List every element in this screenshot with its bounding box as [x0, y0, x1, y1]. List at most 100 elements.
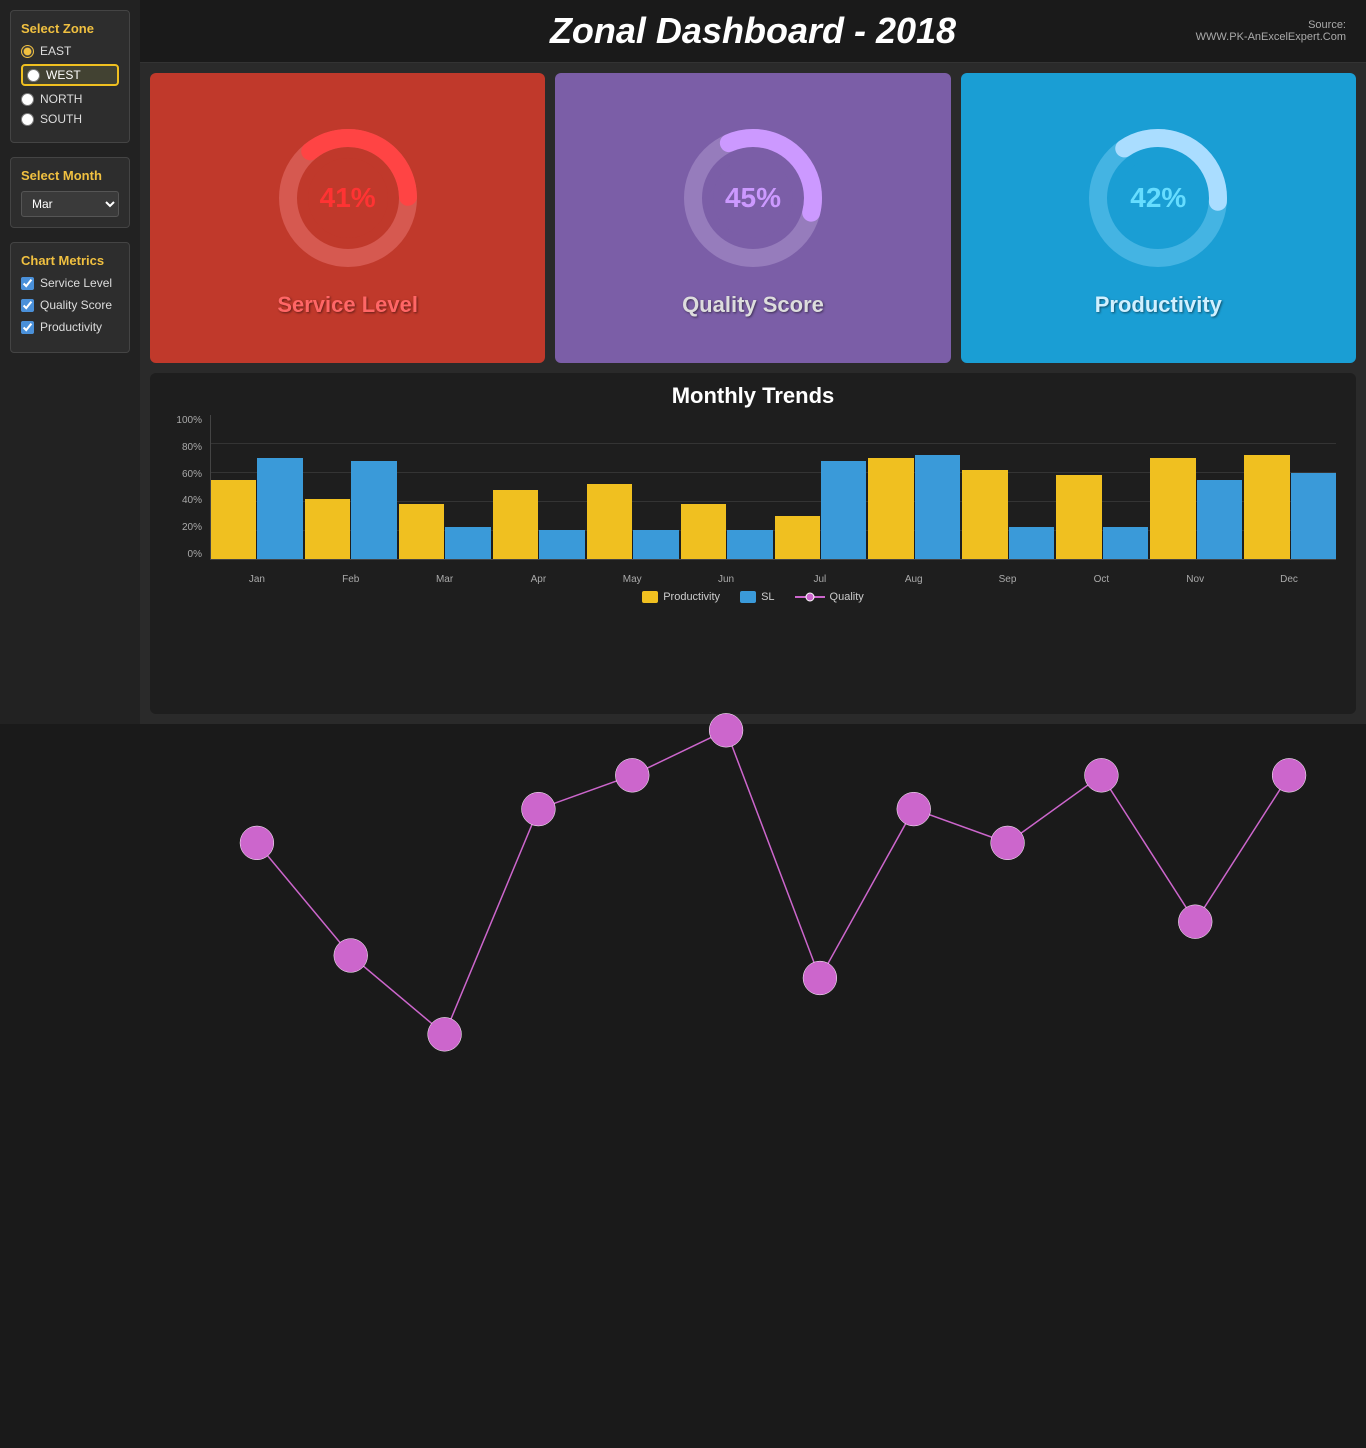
bar-productivity-jan [211, 480, 256, 559]
zone-east-label: EAST [40, 44, 71, 58]
y-label-20: 20% [182, 522, 202, 533]
productivity-title: Productivity [1095, 292, 1222, 318]
zone-section-title: Select Zone [21, 21, 119, 36]
month-section-title: Select Month [21, 168, 119, 183]
legend-productivity: Productivity [642, 591, 720, 603]
y-label-40: 40% [182, 495, 202, 506]
month-group-aug [868, 415, 960, 559]
bar-productivity-feb [305, 499, 350, 559]
bar-sl-jun [727, 530, 772, 559]
zone-south[interactable]: SOUTH [21, 112, 119, 126]
chart-section: Monthly Trends 100% 80% 60% 40% 20% 0% [150, 373, 1356, 714]
bar-sl-oct [1103, 527, 1148, 559]
x-label-oct: Oct [1054, 574, 1148, 585]
zone-south-label: SOUTH [40, 112, 82, 126]
kpi-service-level: 41% Service Level [150, 73, 545, 363]
kpi-quality-score: 45% Quality Score [555, 73, 950, 363]
quality-score-title: Quality Score [682, 292, 824, 318]
metric-quality-score-label: Quality Score [40, 298, 112, 312]
legend-productivity-label: Productivity [663, 591, 720, 603]
x-label-feb: Feb [304, 574, 398, 585]
quality-line-svg [210, 415, 1336, 1448]
chart-title: Monthly Trends [170, 383, 1336, 409]
bar-productivity-aug [868, 458, 913, 559]
sidebar: Select Zone EAST WEST NORTH SOUTH Select… [0, 0, 140, 724]
month-group-nov [1150, 415, 1242, 559]
x-label-nov: Nov [1148, 574, 1242, 585]
chart-metrics-section: Chart Metrics Service Level Quality Scor… [10, 242, 130, 353]
x-label-sep: Sep [961, 574, 1055, 585]
bar-productivity-nov [1150, 458, 1195, 559]
bar-productivity-dec [1244, 455, 1289, 559]
chart-y-labels: 100% 80% 60% 40% 20% 0% [170, 415, 206, 560]
legend-quality-label: Quality [830, 591, 864, 603]
chart-legend: Productivity SL Quality [170, 591, 1336, 603]
x-label-jun: Jun [679, 574, 773, 585]
bar-sl-nov [1197, 480, 1242, 559]
source-info: Source: WWW.PK-AnExcelExpert.Com [1196, 19, 1346, 43]
bar-sl-sep [1009, 527, 1054, 559]
bar-sl-may [633, 530, 678, 559]
metric-productivity-label: Productivity [40, 320, 102, 334]
page-title: Zonal Dashboard - 2018 [550, 10, 956, 52]
month-group-sep [962, 415, 1054, 559]
x-label-dec: Dec [1242, 574, 1336, 585]
service-level-donut: 41% [268, 118, 428, 278]
zone-north[interactable]: NORTH [21, 92, 119, 106]
header: Zonal Dashboard - 2018 Source: WWW.PK-An… [140, 0, 1366, 63]
main-content: Zonal Dashboard - 2018 Source: WWW.PK-An… [140, 0, 1366, 724]
quality-score-value: 45% [725, 182, 781, 214]
metric-service-level-label: Service Level [40, 276, 112, 290]
month-group-jan [211, 415, 303, 559]
legend-quality-line [795, 591, 825, 603]
month-group-feb [305, 415, 397, 559]
bar-productivity-mar [399, 504, 444, 559]
month-group-apr [493, 415, 585, 559]
metric-quality-score[interactable]: Quality Score [21, 298, 119, 312]
zone-east[interactable]: EAST [21, 44, 119, 58]
kpi-row: 41% Service Level 45% Quality Score [140, 63, 1366, 373]
zone-section: Select Zone EAST WEST NORTH SOUTH [10, 10, 130, 143]
bar-sl-dec [1291, 473, 1336, 559]
source-url: WWW.PK-AnExcelExpert.Com [1196, 31, 1346, 43]
x-label-aug: Aug [867, 574, 961, 585]
metric-productivity[interactable]: Productivity [21, 320, 119, 334]
legend-sl-box [740, 591, 756, 603]
legend-sl-label: SL [761, 591, 774, 603]
bar-productivity-apr [493, 490, 538, 559]
chart-area: 100% 80% 60% 40% 20% 0% [170, 415, 1336, 585]
source-label: Source: [1196, 19, 1346, 31]
legend-productivity-box [642, 591, 658, 603]
x-label-jan: Jan [210, 574, 304, 585]
month-group-dec [1244, 415, 1336, 559]
service-level-value: 41% [320, 182, 376, 214]
month-section: Select Month Jan Feb Mar Apr May Jun Jul… [10, 157, 130, 228]
y-label-0: 0% [188, 549, 202, 560]
bar-sl-jul [821, 461, 866, 559]
chart-plot [210, 415, 1336, 560]
x-label-jul: Jul [773, 574, 867, 585]
x-label-apr: Apr [491, 574, 585, 585]
y-label-60: 60% [182, 469, 202, 480]
month-select[interactable]: Jan Feb Mar Apr May Jun Jul Aug Sep Oct … [21, 191, 119, 217]
bar-sl-apr [539, 530, 584, 559]
bar-productivity-oct [1056, 475, 1101, 559]
quality-score-donut: 45% [673, 118, 833, 278]
x-labels: JanFebMarAprMayJunJulAugSepOctNovDec [210, 574, 1336, 585]
bar-sl-mar [445, 527, 490, 559]
service-level-title: Service Level [277, 292, 418, 318]
month-group-mar [399, 415, 491, 559]
bar-productivity-jul [775, 516, 820, 559]
bar-productivity-may [587, 484, 632, 559]
y-label-80: 80% [182, 442, 202, 453]
bar-productivity-sep [962, 470, 1007, 559]
zone-west[interactable]: WEST [21, 64, 119, 86]
chart-metrics-title: Chart Metrics [21, 253, 119, 268]
y-label-100: 100% [176, 415, 202, 426]
x-label-mar: Mar [398, 574, 492, 585]
x-label-may: May [585, 574, 679, 585]
metric-service-level[interactable]: Service Level [21, 276, 119, 290]
bar-sl-aug [915, 455, 960, 559]
bar-productivity-jun [681, 504, 726, 559]
month-group-oct [1056, 415, 1148, 559]
